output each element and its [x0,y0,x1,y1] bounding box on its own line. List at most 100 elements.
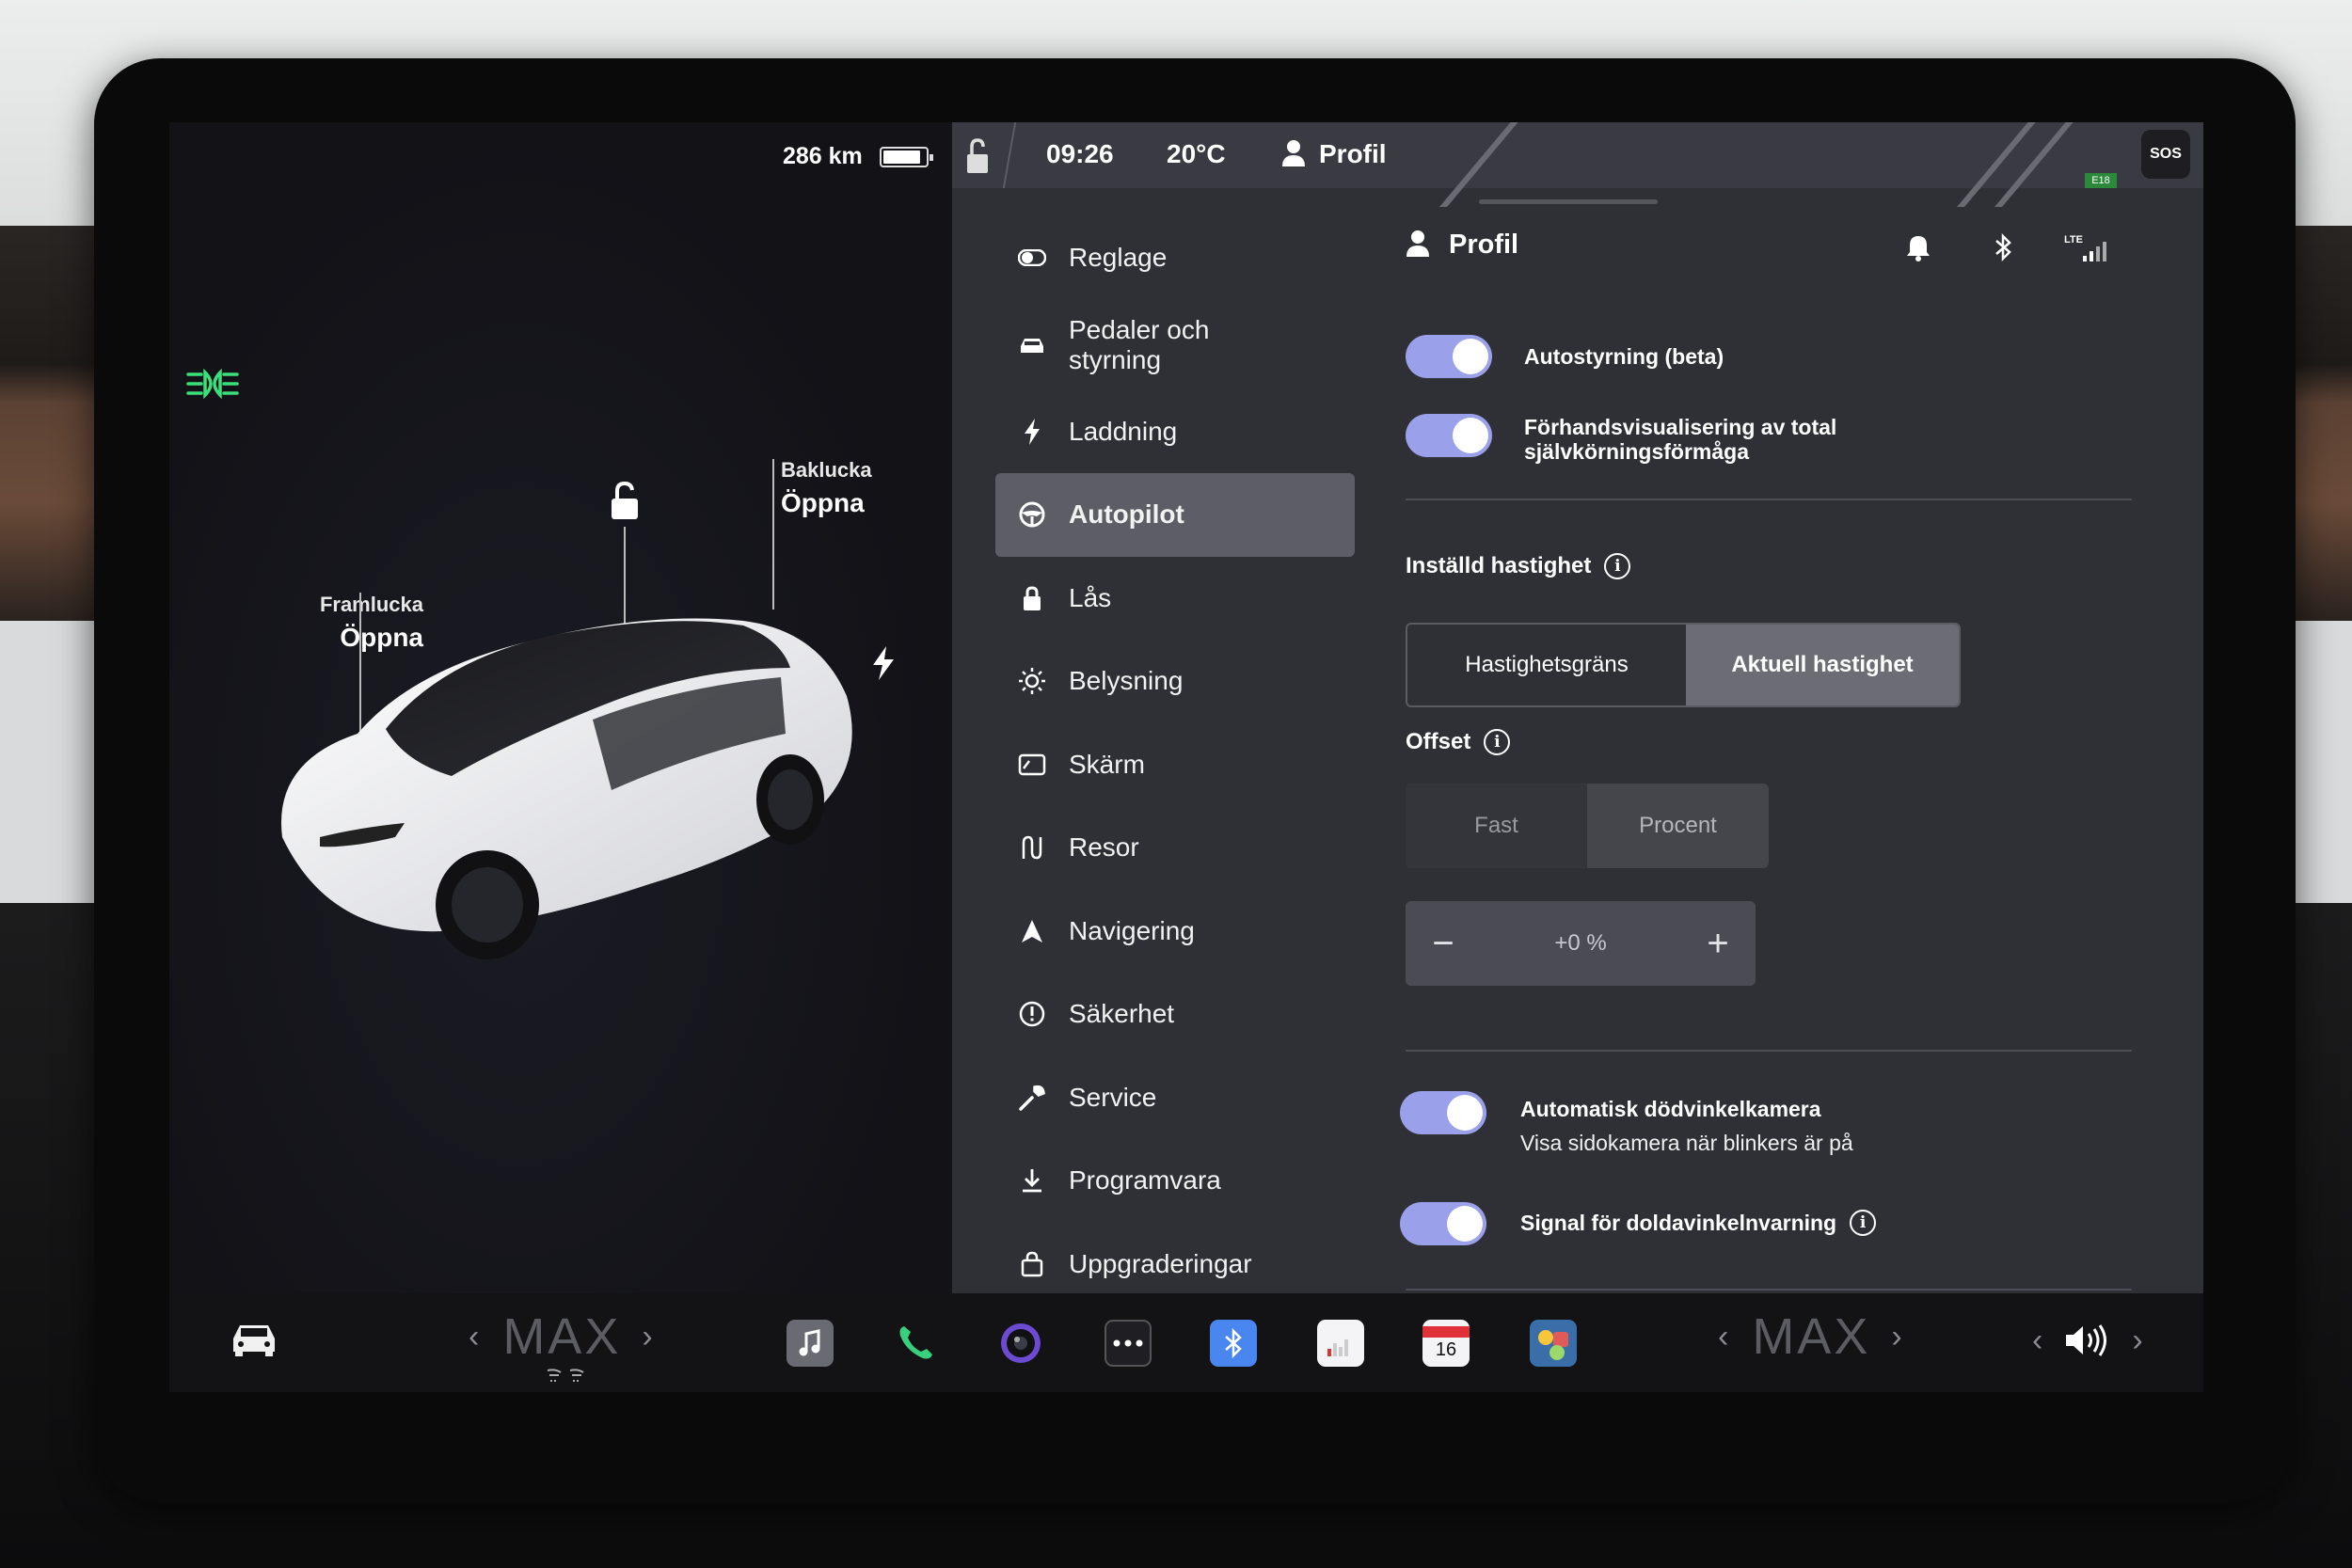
offset-value: +0 % [1554,930,1607,956]
toggle-icon [1016,242,1048,274]
blind-spot-camera-toggle[interactable] [1400,1091,1486,1134]
toggle-knob [1453,339,1488,374]
offset-percent-option[interactable]: Procent [1587,784,1769,868]
menu-item-label: Uppgraderingar [1069,1248,1252,1278]
toybox-app-icon[interactable] [1530,1320,1577,1367]
offset-title-text: Offset [1406,729,1471,754]
rear-trunk-open-button[interactable]: Öppna [781,488,903,518]
fsd-preview-label-line2: självkörningsförmåga [1524,439,1750,464]
car-illustration [281,618,852,959]
offset-segmented-control: Fast Procent [1406,784,1769,868]
calendar-app-icon[interactable]: 16 [1422,1320,1470,1367]
rear-trunk-control[interactable]: Baklucka Öppna [781,458,903,518]
content-header: Profil LTE [1394,216,2166,273]
menu-item-label: Säkerhet [1069,999,1175,1029]
profile-name[interactable]: Profil [1449,230,1518,261]
car-icon[interactable] [228,1318,280,1359]
menu-item-pedaler[interactable]: Pedaler och styrning [995,300,1355,390]
menu-item-resor[interactable]: Resor [995,806,1355,890]
sos-button[interactable]: SOS [2141,130,2190,179]
menu-item-label: Belysning [1069,666,1184,696]
profile-icon[interactable] [1281,139,1306,167]
download-icon [1016,1164,1048,1196]
menu-item-label: Reglage [1069,243,1168,273]
menu-item-service[interactable]: Service [995,1056,1355,1140]
volume-control[interactable]: ‹ › [2032,1322,2146,1359]
bottom-dock: ‹ MAX › 16 ‹ MAX › ‹ › [169,1293,2203,1392]
fsd-preview-label: Förhandsvisualisering av total självkörn… [1524,413,1836,466]
bag-icon [1016,1248,1048,1280]
phone-app-icon[interactable] [892,1320,939,1367]
passenger-temp-value: MAX [1752,1308,1871,1365]
menu-item-label: Laddning [1069,416,1178,446]
temp-down-button[interactable]: ‹ [469,1319,482,1355]
increment-button[interactable]: + [1699,923,1737,965]
more-apps-icon[interactable] [1104,1320,1152,1367]
profile-button[interactable]: Profil [1319,139,1387,169]
speed-limit-option[interactable]: Hastighetsgräns [1407,625,1686,705]
menu-item-laddning[interactable]: Laddning [995,390,1355,474]
passenger-climate-control[interactable]: ‹ MAX › [1718,1307,1905,1366]
wrench-icon [1016,1082,1048,1114]
menu-item-label: Skärm [1069,749,1145,779]
lte-signal-icon: LTE [2064,234,2106,261]
driver-temp-value: MAX [502,1308,622,1365]
info-icon[interactable]: i [1604,553,1631,579]
clock: 09:26 [1046,139,1114,168]
blind-spot-camera-description: Visa sidokamera när blinkers är på [1520,1131,1853,1155]
info-icon[interactable]: i [1484,729,1511,755]
autosteer-toggle[interactable] [1406,335,1492,378]
steering-wheel-icon [1016,499,1048,531]
bell-icon[interactable] [1902,231,1934,263]
menu-item-autopilot[interactable]: Autopilot [995,473,1355,557]
current-speed-option[interactable]: Aktuell hastighet [1685,625,1959,705]
bluetooth-app-icon[interactable] [1210,1320,1257,1367]
section-divider [1406,1050,2132,1052]
menu-item-label: Resor [1069,832,1139,863]
decrement-button[interactable]: − [1424,923,1462,965]
bolt-icon [1016,416,1048,448]
menu-item-reglage[interactable]: Reglage [995,216,1355,300]
menu-item-belysning[interactable]: Belysning [995,640,1355,723]
lock-icon [1016,582,1048,614]
fsd-preview-toggle[interactable] [1406,414,1492,457]
energy-app-icon[interactable] [1317,1320,1364,1367]
offset-fixed-option[interactable]: Fast [1406,784,1587,868]
menu-item-navigering[interactable]: Navigering [995,890,1355,974]
menu-item-label: Lås [1069,582,1112,612]
blind-spot-chime-toggle[interactable] [1400,1202,1486,1245]
volume-up-button[interactable]: › [2132,1323,2145,1359]
blind-spot-chime-row: Signal för doldavinkelnvarning i [1520,1209,1877,1237]
menu-item-sakerhet[interactable]: Säkerhet [995,973,1355,1056]
volume-down-button[interactable]: ‹ [2032,1323,2045,1359]
profile-icon [1406,230,1429,257]
driver-climate-control[interactable]: ‹ MAX › [469,1307,656,1366]
menu-item-skarm[interactable]: Skärm [995,723,1355,807]
temp-up-button[interactable]: › [1891,1319,1904,1355]
menu-item-label: Pedaler och styrning [1069,314,1210,374]
touchscreen: 286 km Framlucka Öppna Baklucka Öppna 09… [169,122,2203,1392]
offset-stepper: − +0 % + [1406,901,1756,986]
menu-item-las[interactable]: Lås [995,557,1355,641]
map-road-stripe [1439,122,1526,207]
map-pull-tab[interactable] [1479,199,1658,204]
toggle-knob [1447,1206,1483,1242]
bluetooth-icon[interactable] [1987,231,2019,263]
set-speed-title-text: Inställd hastighet [1406,553,1592,578]
range-text: 286 km [783,143,863,169]
settings-menu: Reglage Pedaler och styrning Laddning Au… [995,216,1355,1306]
info-icon[interactable]: i [1850,1210,1877,1236]
range-indicator: 286 km [783,143,933,170]
svg-text:LTE: LTE [2064,234,2083,245]
temp-up-button[interactable]: › [642,1319,655,1355]
camera-app-icon[interactable] [997,1320,1044,1367]
unlock-icon[interactable] [602,480,647,525]
lock-status-icon[interactable] [963,135,992,177]
section-divider [1406,499,2132,500]
display-icon [1016,749,1048,781]
section-divider [1406,1289,2132,1291]
temp-down-button[interactable]: ‹ [1718,1319,1731,1355]
menu-item-programvara[interactable]: Programvara [995,1139,1355,1223]
seat-heater-icon[interactable] [544,1367,587,1384]
music-app-icon[interactable] [787,1320,834,1367]
